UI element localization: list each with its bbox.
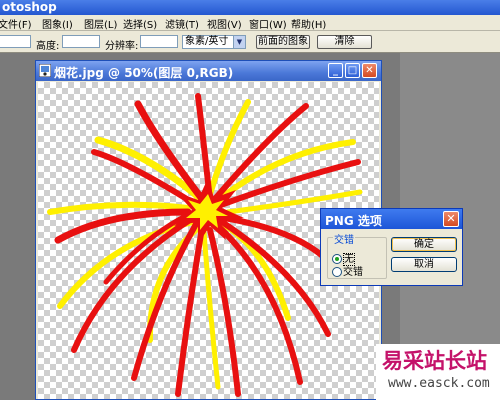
resolution-unit-select[interactable]: 象素/英寸 ▼ (182, 35, 246, 49)
resolution-input[interactable] (140, 35, 178, 48)
height-input[interactable] (62, 35, 100, 48)
red-streak (211, 103, 309, 203)
red-streak (71, 217, 193, 353)
close-button[interactable]: ✕ (362, 63, 377, 78)
radio-unchecked-icon (332, 267, 342, 277)
menu-layer[interactable]: 图层(L) (84, 16, 117, 31)
close-icon: ✕ (365, 65, 374, 76)
maximize-button[interactable]: □ (345, 63, 360, 78)
app-title: otoshop (2, 0, 57, 14)
watermark-title: 易采站长站 (382, 348, 487, 373)
menu-select[interactable]: 选择(S) (123, 16, 157, 31)
png-options-dialog: PNG 选项 ✕ 交错 无 交错 确定 取消 (320, 208, 463, 286)
menu-bar: 文件(F) 图象(I) 图层(L) 选择(S) 滤镜(T) 视图(V) 窗口(W… (0, 15, 500, 31)
clear-button[interactable]: 清除 (317, 35, 372, 49)
document-title: 烟花.jpg @ 50%(图层 0,RGB) (54, 66, 234, 80)
radio-interlaced[interactable]: 交错 (332, 263, 363, 278)
watermark-url: www.easck.com (388, 376, 490, 391)
cancel-button[interactable]: 取消 (391, 257, 457, 272)
chevron-down-icon: ▼ (233, 36, 245, 48)
menu-help[interactable]: 帮助(H) (291, 16, 326, 31)
resolution-label: 分辨率: (105, 41, 139, 52)
app-title-bar: otoshop (0, 0, 500, 15)
radio-interlaced-label: 交错 (343, 267, 363, 278)
photoshop-document-icon (39, 64, 51, 77)
resolution-unit-value: 象素/英寸 (185, 36, 229, 47)
height-label: 高度: (36, 41, 60, 52)
minimize-button[interactable]: _ (328, 63, 343, 78)
site-watermark: 易采站长站 www.easck.com (376, 344, 500, 400)
front-image-button[interactable]: 前面的图象 (256, 35, 310, 49)
interlace-group-label: 交错 (333, 231, 355, 246)
maximize-icon: □ (347, 65, 358, 76)
menu-image[interactable]: 图象(I) (42, 16, 73, 31)
options-bar: 高度: 分辨率: 象素/英寸 ▼ 前面的图象 清除 文件 (0, 31, 500, 82)
close-icon: ✕ (446, 212, 456, 225)
dialog-title-bar[interactable]: PNG 选项 ✕ (321, 209, 462, 229)
menu-file[interactable]: 文件(F) (0, 16, 32, 31)
menu-view[interactable]: 视图(V) (207, 16, 242, 31)
document-title-bar[interactable]: 烟花.jpg @ 50%(图层 0,RGB) _ □ ✕ (36, 61, 381, 81)
dialog-close-button[interactable]: ✕ (443, 211, 459, 227)
minimize-icon: _ (333, 65, 338, 76)
yellow-streak (94, 136, 206, 204)
ok-button[interactable]: 确定 (391, 237, 457, 252)
menu-filter[interactable]: 滤镜(T) (165, 16, 199, 31)
menu-window[interactable]: 窗口(W) (249, 16, 287, 31)
width-input[interactable] (0, 35, 31, 48)
dialog-title: PNG 选项 (325, 214, 382, 228)
